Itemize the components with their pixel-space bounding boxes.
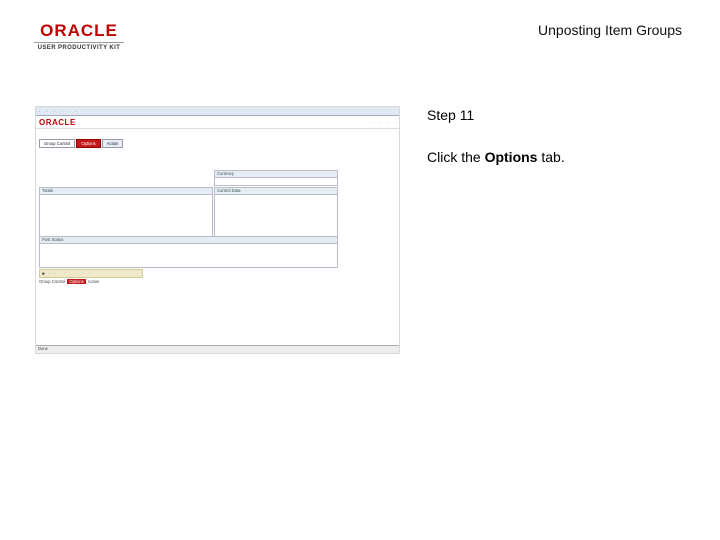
screenshot-logo: ORACLE	[39, 117, 76, 127]
logo-divider	[34, 42, 124, 43]
application-screenshot: · · · · · · ORACLE · · · · Group Control Options…	[35, 106, 400, 354]
screenshot-control-data-panel: Control Data	[214, 187, 338, 239]
slide-title: Unposting Item Groups	[538, 22, 682, 38]
screenshot-nav-bar: · · · · · ·	[36, 107, 399, 116]
screenshot-tab-group-control[interactable]: Group Control	[39, 139, 76, 148]
instruction-suffix: tab.	[537, 149, 565, 165]
screenshot-tab-action[interactable]: Action	[101, 139, 124, 148]
bottom-tab-group-control[interactable]: Group Control	[39, 279, 65, 284]
screenshot-currency-panel: Currency	[214, 170, 338, 186]
control-data-header: Control Data	[215, 188, 337, 195]
screenshot-status-bar: Done	[36, 345, 399, 353]
screenshot-post-status-panel: Post Status	[39, 236, 338, 268]
save-icon[interactable]: ■	[42, 271, 45, 276]
instruction-target: Options	[484, 149, 538, 165]
screenshot-tab-options[interactable]: Options	[76, 139, 101, 148]
bottom-tab-action[interactable]: Action	[88, 279, 100, 284]
instruction-text: Click the Options tab.	[427, 149, 565, 165]
status-bar-text: Done	[38, 346, 49, 351]
step-label: Step 11	[427, 107, 475, 123]
oracle-upk-logo: ORACLE USER PRODUCTIVITY KIT	[34, 22, 124, 51]
totals-header: Totals	[40, 188, 212, 195]
currency-header: Currency	[215, 171, 337, 178]
logo-brand: ORACLE	[40, 21, 118, 40]
screenshot-bottom-tabs: Group Control Options Action	[39, 279, 99, 284]
screenshot-totals-panel: Totals	[39, 187, 213, 239]
bottom-tab-options[interactable]: Options	[67, 279, 86, 284]
logo-product: USER PRODUCTIVITY KIT	[37, 45, 121, 51]
screenshot-button-bar: ■ · ·	[39, 269, 143, 278]
screenshot-header-links: · · · ·	[372, 119, 396, 125]
instruction-prefix: Click the	[427, 149, 485, 165]
post-status-header: Post Status	[40, 237, 337, 244]
screenshot-header: ORACLE · · · ·	[36, 116, 399, 129]
screenshot-tabs: Group Control Options Action	[39, 139, 399, 148]
